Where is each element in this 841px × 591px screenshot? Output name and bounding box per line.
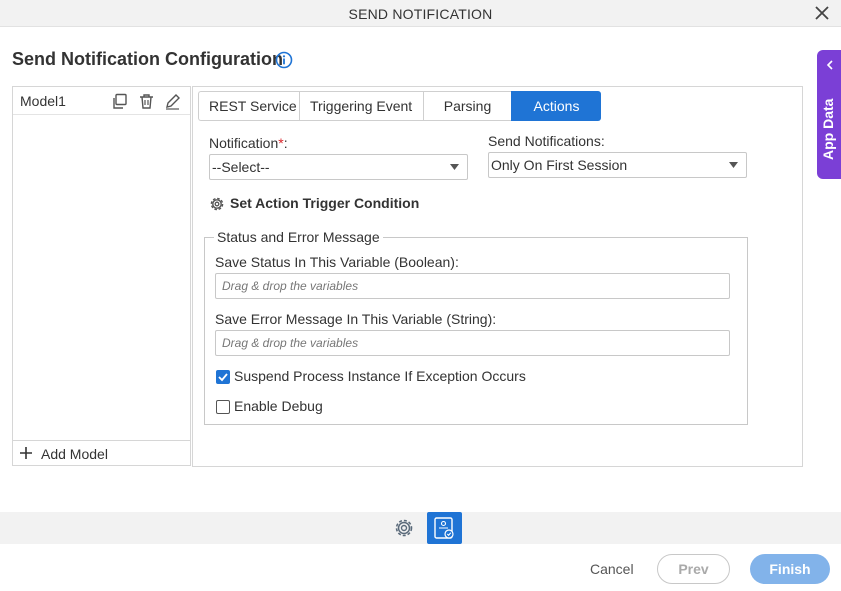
save-error-label: Save Error Message In This Variable (Str… bbox=[215, 311, 497, 327]
tab-actions[interactable]: Actions bbox=[511, 91, 601, 121]
tab-triggering-event[interactable]: Triggering Event bbox=[299, 91, 423, 121]
dropdown-arrow-icon bbox=[729, 162, 738, 168]
dropdown-arrow-icon bbox=[450, 164, 459, 170]
app-data-tab[interactable]: App Data bbox=[817, 50, 841, 179]
save-status-input[interactable]: Drag & drop the variables bbox=[215, 273, 730, 299]
tab-parsing[interactable]: Parsing bbox=[423, 91, 511, 121]
bottom-toolbar bbox=[0, 512, 841, 544]
page-title: Send Notification Configuration bbox=[12, 49, 283, 69]
check-icon bbox=[218, 373, 228, 382]
settings-icon[interactable] bbox=[393, 517, 415, 539]
finish-button[interactable]: Finish bbox=[750, 554, 830, 584]
close-icon[interactable] bbox=[813, 4, 831, 22]
model-list-panel: Model1 Add Model bbox=[12, 86, 191, 466]
tab-rest-service[interactable]: REST Service bbox=[198, 91, 299, 121]
model-name: Model1 bbox=[20, 93, 66, 109]
add-model-label: Add Model bbox=[41, 446, 108, 462]
enable-debug-label: Enable Debug bbox=[234, 398, 323, 414]
notification-select-value: --Select-- bbox=[212, 159, 270, 175]
notification-select[interactable]: --Select-- bbox=[209, 154, 468, 180]
send-notifications-label: Send Notifications: bbox=[488, 133, 605, 149]
enable-debug-checkbox[interactable] bbox=[216, 400, 230, 414]
edit-icon[interactable] bbox=[164, 93, 181, 110]
send-notifications-select[interactable]: Only On First Session bbox=[488, 152, 747, 178]
notification-label: Notification*: bbox=[209, 135, 288, 151]
save-error-input[interactable]: Drag & drop the variables bbox=[215, 330, 730, 356]
tab-bar: REST Service Triggering Event Parsing Ac… bbox=[198, 91, 601, 121]
document-settings-icon bbox=[434, 517, 454, 539]
save-status-label: Save Status In This Variable (Boolean): bbox=[215, 254, 459, 270]
model-item[interactable]: Model1 bbox=[13, 87, 190, 115]
prev-button[interactable]: Prev bbox=[657, 554, 730, 584]
trash-icon[interactable] bbox=[138, 93, 155, 110]
send-notifications-select-value: Only On First Session bbox=[491, 157, 628, 173]
window-titlebar: SEND NOTIFICATION bbox=[0, 0, 841, 27]
suspend-process-checkbox[interactable] bbox=[216, 370, 230, 384]
set-action-trigger-condition-label: Set Action Trigger Condition bbox=[230, 195, 420, 211]
chevron-left-icon bbox=[826, 60, 833, 70]
app-data-label: App Data bbox=[820, 98, 836, 160]
gear-icon bbox=[210, 197, 224, 211]
configuration-view-button[interactable] bbox=[427, 512, 462, 544]
add-model-button[interactable]: Add Model bbox=[13, 440, 190, 465]
plus-icon bbox=[20, 447, 32, 459]
copy-icon[interactable] bbox=[111, 93, 128, 110]
cancel-button[interactable]: Cancel bbox=[590, 561, 634, 577]
suspend-process-label: Suspend Process Instance If Exception Oc… bbox=[234, 368, 526, 384]
window-title: SEND NOTIFICATION bbox=[348, 6, 493, 22]
status-error-legend: Status and Error Message bbox=[217, 229, 380, 245]
info-icon[interactable] bbox=[275, 51, 293, 69]
